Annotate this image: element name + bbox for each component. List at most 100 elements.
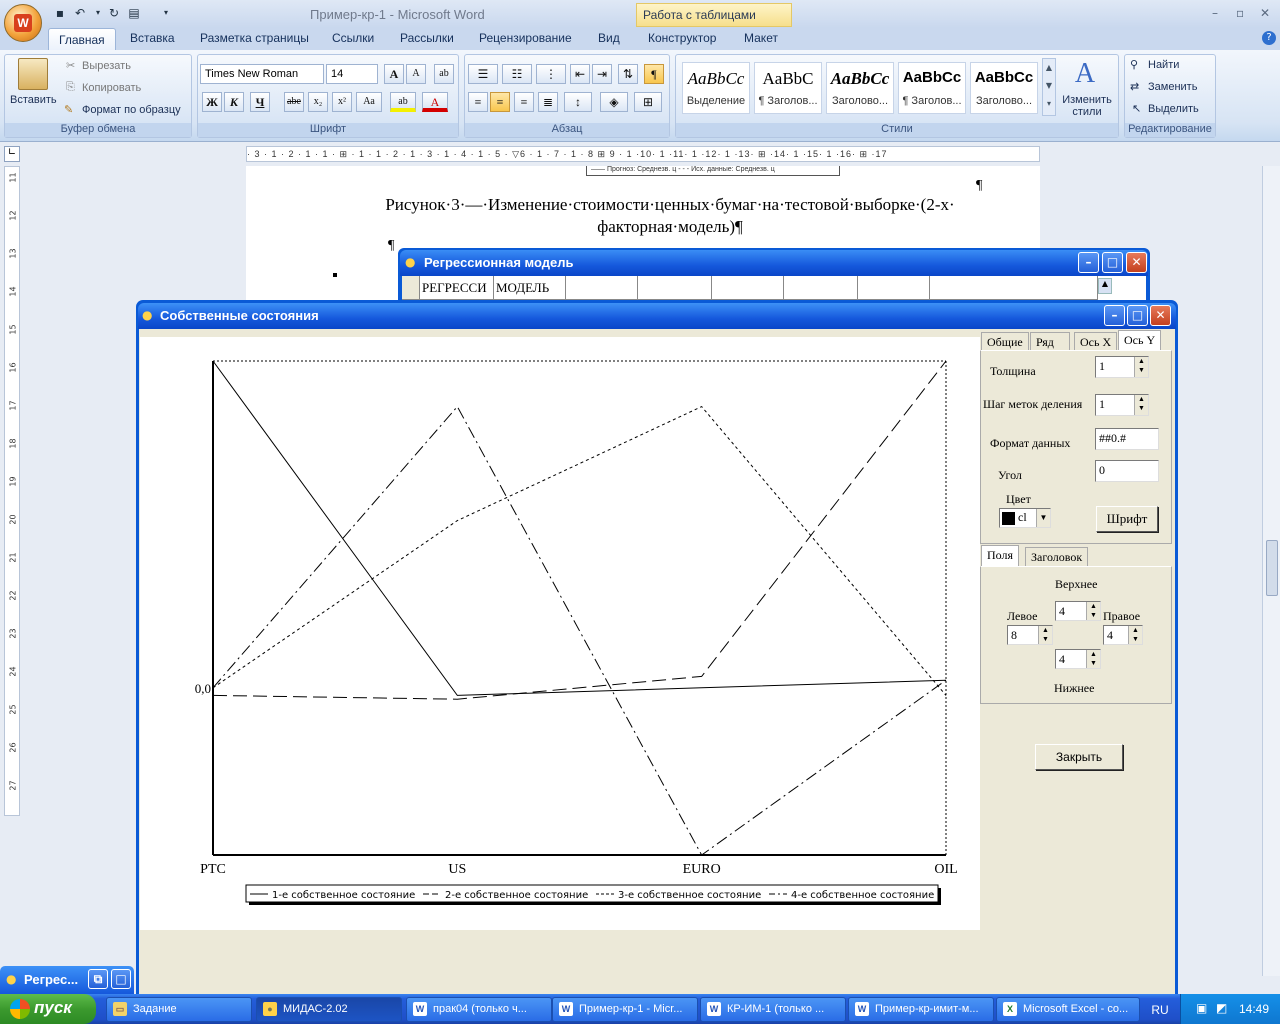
find-button[interactable]: Найти xyxy=(1148,59,1179,71)
paste-button[interactable]: Вставить xyxy=(10,94,57,106)
show-marks-icon[interactable]: ¶ xyxy=(644,64,664,84)
taskbar-item-word-3[interactable]: W КР-ИМ-1 (только ... xyxy=(700,997,846,1022)
line-spacing-icon[interactable]: ↕ xyxy=(564,92,592,112)
sort-icon[interactable]: ⇅ xyxy=(618,64,638,84)
tab-insert[interactable]: Вставка xyxy=(130,31,175,45)
align-left-icon[interactable]: ≡ xyxy=(468,92,488,112)
decrease-indent-icon[interactable]: ⇤ xyxy=(570,64,590,84)
shading-icon[interactable]: ◈ xyxy=(600,92,628,112)
font-size-combo[interactable]: 14 xyxy=(326,64,378,84)
office-button[interactable]: W xyxy=(4,4,42,42)
superscript-button[interactable]: x² xyxy=(332,92,352,112)
horizontal-ruler[interactable]: · 3 · 1 · 2 · 1 · 1 · ⊞ · 1 · 1 · 2 · 1 … xyxy=(246,146,1040,162)
language-indicator[interactable]: RU xyxy=(1146,1000,1174,1020)
tab-references[interactable]: Ссылки xyxy=(332,31,374,45)
tab-home[interactable]: Главная xyxy=(48,28,116,52)
save-icon[interactable]: ▪ xyxy=(52,5,68,21)
minwin-restore-icon[interactable]: ⧉ xyxy=(88,969,108,989)
bottom-margin-spinner[interactable]: 4 ▲ ▼ xyxy=(1055,649,1101,669)
shrink-font-button[interactable]: A xyxy=(406,64,426,84)
copy-button[interactable]: Копировать xyxy=(82,82,141,94)
style-heading1[interactable]: AaBbC ¶ Заголов... xyxy=(754,62,822,114)
borders-icon[interactable]: ⊞ xyxy=(634,92,662,112)
tab-mailings[interactable]: Рассылки xyxy=(400,31,454,45)
format-painter-button[interactable]: Формат по образцу xyxy=(82,104,181,116)
right-margin-spinner[interactable]: 4 ▲ ▼ xyxy=(1103,625,1143,645)
strikethrough-button[interactable]: abe xyxy=(284,92,304,112)
grid-cell[interactable] xyxy=(930,276,1098,300)
close-button[interactable]: Закрыть xyxy=(1035,744,1123,770)
subscript-button[interactable]: x₂ xyxy=(308,92,328,112)
taskbar-item-word-4[interactable]: W Пример-кр-имит-м... xyxy=(848,997,994,1022)
tab-review[interactable]: Рецензирование xyxy=(479,31,572,45)
italic-button[interactable]: К xyxy=(224,92,244,112)
network-icon[interactable]: ▣ xyxy=(1196,1001,1207,1015)
tick-step-spinner[interactable]: 1 ▲ ▼ xyxy=(1095,394,1149,416)
tab-axis-y[interactable]: Ось Y xyxy=(1118,330,1162,352)
bullets-icon[interactable]: ☰ xyxy=(468,64,498,84)
undo-icon[interactable]: ↶ xyxy=(72,5,88,21)
grid-cell[interactable] xyxy=(712,276,784,300)
highlight-icon[interactable]: ab xyxy=(390,92,416,112)
color-select[interactable]: cl ▼ xyxy=(999,508,1051,528)
format-input[interactable]: ##0.# xyxy=(1095,428,1159,450)
minimize-icon[interactable]: – xyxy=(1212,6,1218,20)
numbering-icon[interactable]: ☷ xyxy=(502,64,532,84)
tray-app-icon[interactable]: ◩ xyxy=(1216,1001,1227,1015)
reg-maximize-icon[interactable]: □ xyxy=(1102,252,1123,273)
document-scrollbar[interactable] xyxy=(1262,166,1280,976)
dialog-maximize-icon[interactable]: □ xyxy=(1127,305,1148,326)
tab-page-layout[interactable]: Разметка страницы xyxy=(200,31,309,45)
replace-button[interactable]: Заменить xyxy=(1148,81,1197,93)
underline-button[interactable]: Ч xyxy=(250,92,270,112)
spin-arrows-icon[interactable]: ▲ ▼ xyxy=(1038,626,1052,644)
font-color-icon[interactable]: A xyxy=(422,92,448,112)
cut-button[interactable]: Вырезать xyxy=(82,60,131,72)
align-center-icon[interactable]: ≡ xyxy=(490,92,510,112)
spin-arrows-icon[interactable]: ▲ ▼ xyxy=(1134,395,1148,415)
tab-view[interactable]: Вид xyxy=(598,31,620,45)
paste-icon[interactable] xyxy=(18,58,48,90)
tab-axis-x[interactable]: Ось X xyxy=(1074,332,1118,352)
grid-cell[interactable] xyxy=(858,276,930,300)
style-heading2[interactable]: AaBbCc Заголово... xyxy=(826,62,894,114)
figure-caption[interactable]: Рисунок·3·—·Изменение·стоимости·ценных·б… xyxy=(300,194,1040,238)
spin-arrows-icon[interactable]: ▲ ▼ xyxy=(1086,650,1100,668)
undo-dropdown-icon[interactable]: ▾ xyxy=(90,5,106,21)
grid-scroll-up-icon[interactable]: ▲ xyxy=(1098,278,1112,294)
change-case-button[interactable]: Аа xyxy=(356,92,382,112)
taskbar-item-midas[interactable]: ● МИДАС-2.02 xyxy=(256,997,402,1022)
grow-font-button[interactable]: A xyxy=(384,64,404,84)
style-emphasis[interactable]: AaBbCc Выделение xyxy=(682,62,750,114)
help-icon[interactable]: ? xyxy=(1262,31,1276,45)
thickness-spinner[interactable]: 1 ▲ ▼ xyxy=(1095,356,1149,378)
scroll-thumb[interactable] xyxy=(1266,540,1278,596)
clear-format-icon[interactable]: ab xyxy=(434,64,454,84)
subtab-margins[interactable]: Поля xyxy=(981,545,1020,567)
taskbar-item-word-2[interactable]: W Пример-кр-1 - Micr... xyxy=(552,997,698,1022)
dialog-close-icon[interactable]: ✕ xyxy=(1150,305,1171,326)
grid-cell[interactable]: РЕГРЕССИ xyxy=(420,276,494,300)
reg-close-icon[interactable]: ✕ xyxy=(1126,252,1147,273)
redo-icon[interactable]: ↻ xyxy=(106,5,122,21)
tab-general[interactable]: Общие xyxy=(981,332,1029,352)
grid-cell[interactable] xyxy=(784,276,858,300)
multilevel-list-icon[interactable]: ⋮ xyxy=(536,64,566,84)
dropdown-arrow-icon[interactable]: ▼ xyxy=(1036,509,1050,527)
justify-icon[interactable]: ≣ xyxy=(538,92,558,112)
subtab-title[interactable]: Заголовок xyxy=(1025,547,1089,567)
bold-button[interactable]: Ж xyxy=(202,92,222,112)
spin-arrows-icon[interactable]: ▲ ▼ xyxy=(1128,626,1142,644)
left-margin-spinner[interactable]: 8 ▲ ▼ xyxy=(1007,625,1053,645)
tab-series[interactable]: Ряд xyxy=(1030,332,1070,352)
restore-icon[interactable]: ▫ xyxy=(1236,6,1244,20)
style-heading3[interactable]: AaBbCc ¶ Заголов... xyxy=(898,62,966,114)
grid-cell[interactable] xyxy=(638,276,712,300)
paste-qat-icon[interactable]: ▤ xyxy=(126,5,142,21)
plot-area[interactable]: 0,0 PTC US EURO OIL 1-е собственное состояние… xyxy=(140,337,980,930)
change-styles-button[interactable]: Изменить стили xyxy=(1060,94,1114,118)
close-icon[interactable]: ✕ xyxy=(1260,6,1270,20)
grid-cell[interactable]: МОДЕЛЬ xyxy=(494,276,566,300)
spin-arrows-icon[interactable]: ▲ ▼ xyxy=(1086,602,1100,620)
font-button[interactable]: Шрифт xyxy=(1096,506,1158,532)
